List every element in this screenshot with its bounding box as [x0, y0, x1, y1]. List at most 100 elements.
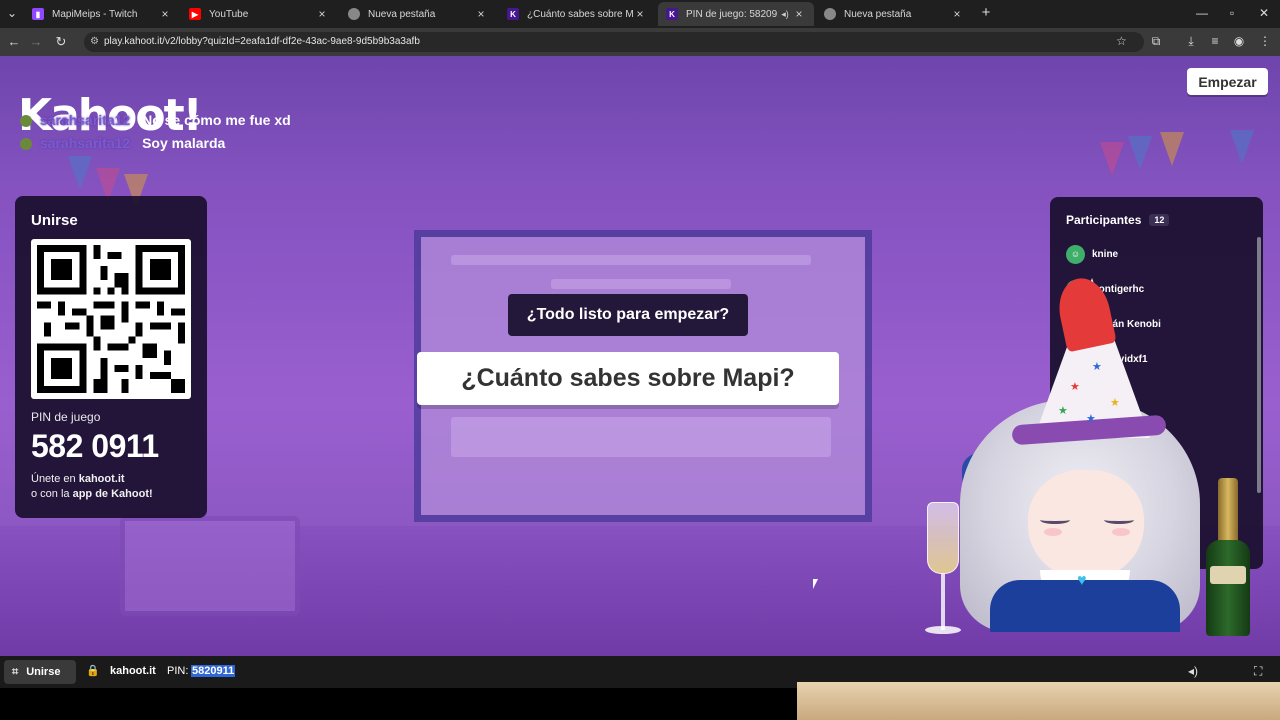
- wooden-table: [797, 682, 1280, 720]
- join-line2-prefix: o con la: [31, 488, 73, 500]
- tab-kahoot-quiz[interactable]: K ¿Cuánto sabes sobre Mapi? - D ×: [499, 2, 655, 26]
- close-tab-icon[interactable]: ×: [633, 7, 647, 21]
- kahoot-icon: K: [666, 8, 678, 20]
- players-header: Participantes 12: [1066, 213, 1170, 227]
- star-icon: ★: [1124, 417, 1134, 429]
- tab-search-icon[interactable]: ⌄: [2, 6, 22, 20]
- minimize-icon[interactable]: —: [1192, 6, 1212, 20]
- star-icon: ★: [1070, 381, 1080, 393]
- qr-code[interactable]: [31, 239, 191, 399]
- reload-icon[interactable]: ↻: [53, 34, 69, 50]
- chat-text: No se cómo me fue xd: [142, 112, 291, 128]
- bottom-pin-value: 5820911: [191, 665, 236, 677]
- close-tab-icon[interactable]: ×: [474, 7, 488, 21]
- join-site: kahoot.it: [78, 473, 125, 485]
- whiteboard-line: [551, 279, 731, 289]
- chrome-icon: [824, 8, 836, 20]
- chat-username: sarahsarita12: [39, 112, 131, 128]
- star-icon: ★: [1092, 361, 1102, 373]
- star-icon: ★: [1110, 397, 1120, 409]
- glass-bowl: [927, 502, 959, 574]
- bunting-flag: [1100, 142, 1124, 176]
- chat-message: sarahsarita12 Soy malarda: [20, 135, 225, 151]
- ready-prompt: ¿Todo listo para empezar?: [508, 294, 748, 336]
- bunting-flag: [1230, 130, 1254, 164]
- browser-tab-strip: ⌄ ▮ MapiMeips - Twitch × ▶ YouTube × Nue…: [0, 0, 1280, 28]
- join-line1-prefix: Únete en: [31, 473, 79, 485]
- new-tab-button[interactable]: +: [976, 4, 996, 21]
- maximize-icon[interactable]: ▫: [1222, 6, 1242, 20]
- heart-icon: ♥: [1077, 572, 1087, 589]
- tab-new-2[interactable]: Nueva pestaña ×: [816, 2, 972, 26]
- join-app: app de Kahoot!: [72, 488, 153, 500]
- tab-title: Nueva pestaña: [368, 8, 436, 20]
- close-window-icon[interactable]: ✕: [1254, 6, 1274, 20]
- player-name: knine: [1092, 248, 1119, 260]
- extensions-icon[interactable]: ⧉: [1148, 34, 1164, 49]
- bottle-label: [1210, 566, 1246, 584]
- forward-icon[interactable]: →: [28, 34, 44, 49]
- chat-username: sarahsarita12: [39, 135, 131, 151]
- bunting-flag: [1160, 132, 1184, 166]
- quiz-title: ¿Cuánto sabes sobre Mapi?: [417, 352, 839, 405]
- mouse-cursor-icon: [813, 579, 818, 589]
- profile-icon[interactable]: ◉: [1231, 34, 1247, 48]
- close-tab-icon[interactable]: ×: [792, 7, 806, 21]
- speaker-icon: ◂): [781, 8, 789, 19]
- tab-new-1[interactable]: Nueva pestaña ×: [340, 2, 496, 26]
- chrome-icon: [348, 8, 360, 20]
- menu-icon[interactable]: ⋮: [1257, 34, 1273, 48]
- tab-twitch[interactable]: ▮ MapiMeips - Twitch ×: [24, 2, 180, 26]
- join-toggle-button[interactable]: ⌗ Unirse: [4, 660, 76, 684]
- players-title: Participantes: [1066, 213, 1142, 227]
- avatar-eye: [1104, 516, 1134, 524]
- chat-message: sarahsarita12 No se cómo me fue xd: [20, 112, 291, 128]
- player-item: ☺ knine: [1066, 243, 1118, 265]
- site-info-icon[interactable]: ⚙: [90, 32, 99, 52]
- avatar-blush: [1112, 528, 1130, 536]
- media-control-icon[interactable]: ≡: [1207, 34, 1223, 48]
- tab-title: MapiMeips - Twitch: [52, 8, 138, 20]
- bottle-body: [1206, 540, 1250, 636]
- twitch-icon: ▮: [32, 8, 44, 20]
- tab-title: ¿Cuánto sabes sobre Mapi? - D: [527, 8, 633, 20]
- star-icon: ★: [1058, 405, 1068, 417]
- bottom-site: kahoot.it: [110, 665, 156, 677]
- close-tab-icon[interactable]: ×: [315, 7, 329, 21]
- back-icon[interactable]: ←: [6, 34, 22, 49]
- start-button[interactable]: Empezar: [1187, 68, 1268, 95]
- star-icon: ★: [1086, 413, 1096, 425]
- avatar-face: [1028, 470, 1144, 580]
- avatar-eye: [1040, 516, 1070, 524]
- tab-youtube[interactable]: ▶ YouTube ×: [181, 2, 337, 26]
- join-title: Unirse: [31, 212, 78, 229]
- tab-title: Nueva pestaña: [844, 8, 912, 20]
- whiteboard-line: [451, 255, 811, 265]
- tab-kahoot-lobby[interactable]: K PIN de juego: 5820911 - Es ◂) ×: [658, 2, 814, 26]
- youtube-icon: ▶: [189, 8, 201, 20]
- url-text: play.kahoot.it/v2/lobby?quizId=2eafa1df-…: [104, 36, 420, 47]
- volume-icon[interactable]: ◂): [1188, 664, 1198, 678]
- glass-stem: [941, 574, 945, 630]
- close-tab-icon[interactable]: ×: [158, 7, 172, 21]
- join-toggle-label: Unirse: [26, 666, 61, 678]
- bunting-flag: [68, 156, 92, 190]
- close-tab-icon[interactable]: ×: [950, 7, 964, 21]
- tab-title: YouTube: [209, 8, 249, 20]
- chat-badge-icon: [20, 115, 32, 128]
- player-avatar-icon: ☺: [1066, 244, 1085, 264]
- url-field[interactable]: ⚙ play.kahoot.it/v2/lobby?quizId=2eafa1d…: [84, 32, 1144, 52]
- bunting-flag: [1128, 136, 1152, 170]
- pin-value: 582 0911: [31, 428, 159, 464]
- download-icon[interactable]: ⤓: [1183, 34, 1199, 49]
- bookmark-star-icon[interactable]: ☆: [1116, 34, 1127, 48]
- qr-code-image: [37, 245, 185, 393]
- lock-icon[interactable]: 🔒: [86, 664, 100, 677]
- qr-icon: ⌗: [12, 665, 19, 678]
- fullscreen-icon[interactable]: ⛶: [1254, 664, 1262, 679]
- bottom-pin-label: PIN:: [167, 665, 189, 677]
- scrollbar-thumb[interactable]: [1257, 237, 1261, 493]
- players-count-badge: 12: [1149, 214, 1170, 226]
- chat-badge-icon: [20, 138, 32, 151]
- players-scrollbar[interactable]: [1257, 237, 1261, 555]
